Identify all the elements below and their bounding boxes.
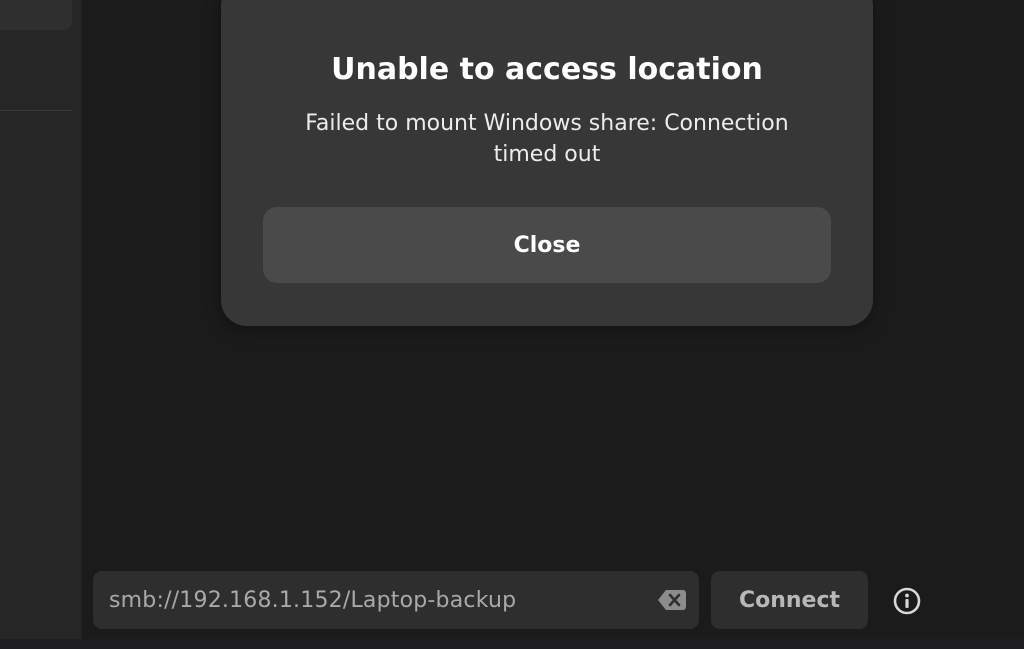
- connect-to-server-view: Unable to access location Failed to moun…: [0, 0, 1024, 649]
- edit-clear-icon[interactable]: [657, 588, 687, 612]
- dialog-title: Unable to access location: [331, 52, 763, 87]
- connect-button[interactable]: Connect: [711, 571, 868, 629]
- info-icon[interactable]: [892, 586, 922, 616]
- server-address-input[interactable]: smb://192.168.1.152/Laptop-backup: [93, 571, 699, 629]
- server-address-value[interactable]: smb://192.168.1.152/Laptop-backup: [109, 588, 516, 613]
- error-dialog: Unable to access location Failed to moun…: [221, 0, 873, 326]
- sidebar-separator: [0, 110, 72, 111]
- bottom-edge: [0, 639, 1024, 649]
- sidebar: [0, 0, 82, 639]
- dialog-message: Failed to mount Windows share: Connectio…: [305, 111, 789, 167]
- sidebar-item[interactable]: [0, 0, 72, 30]
- close-button[interactable]: Close: [263, 207, 831, 283]
